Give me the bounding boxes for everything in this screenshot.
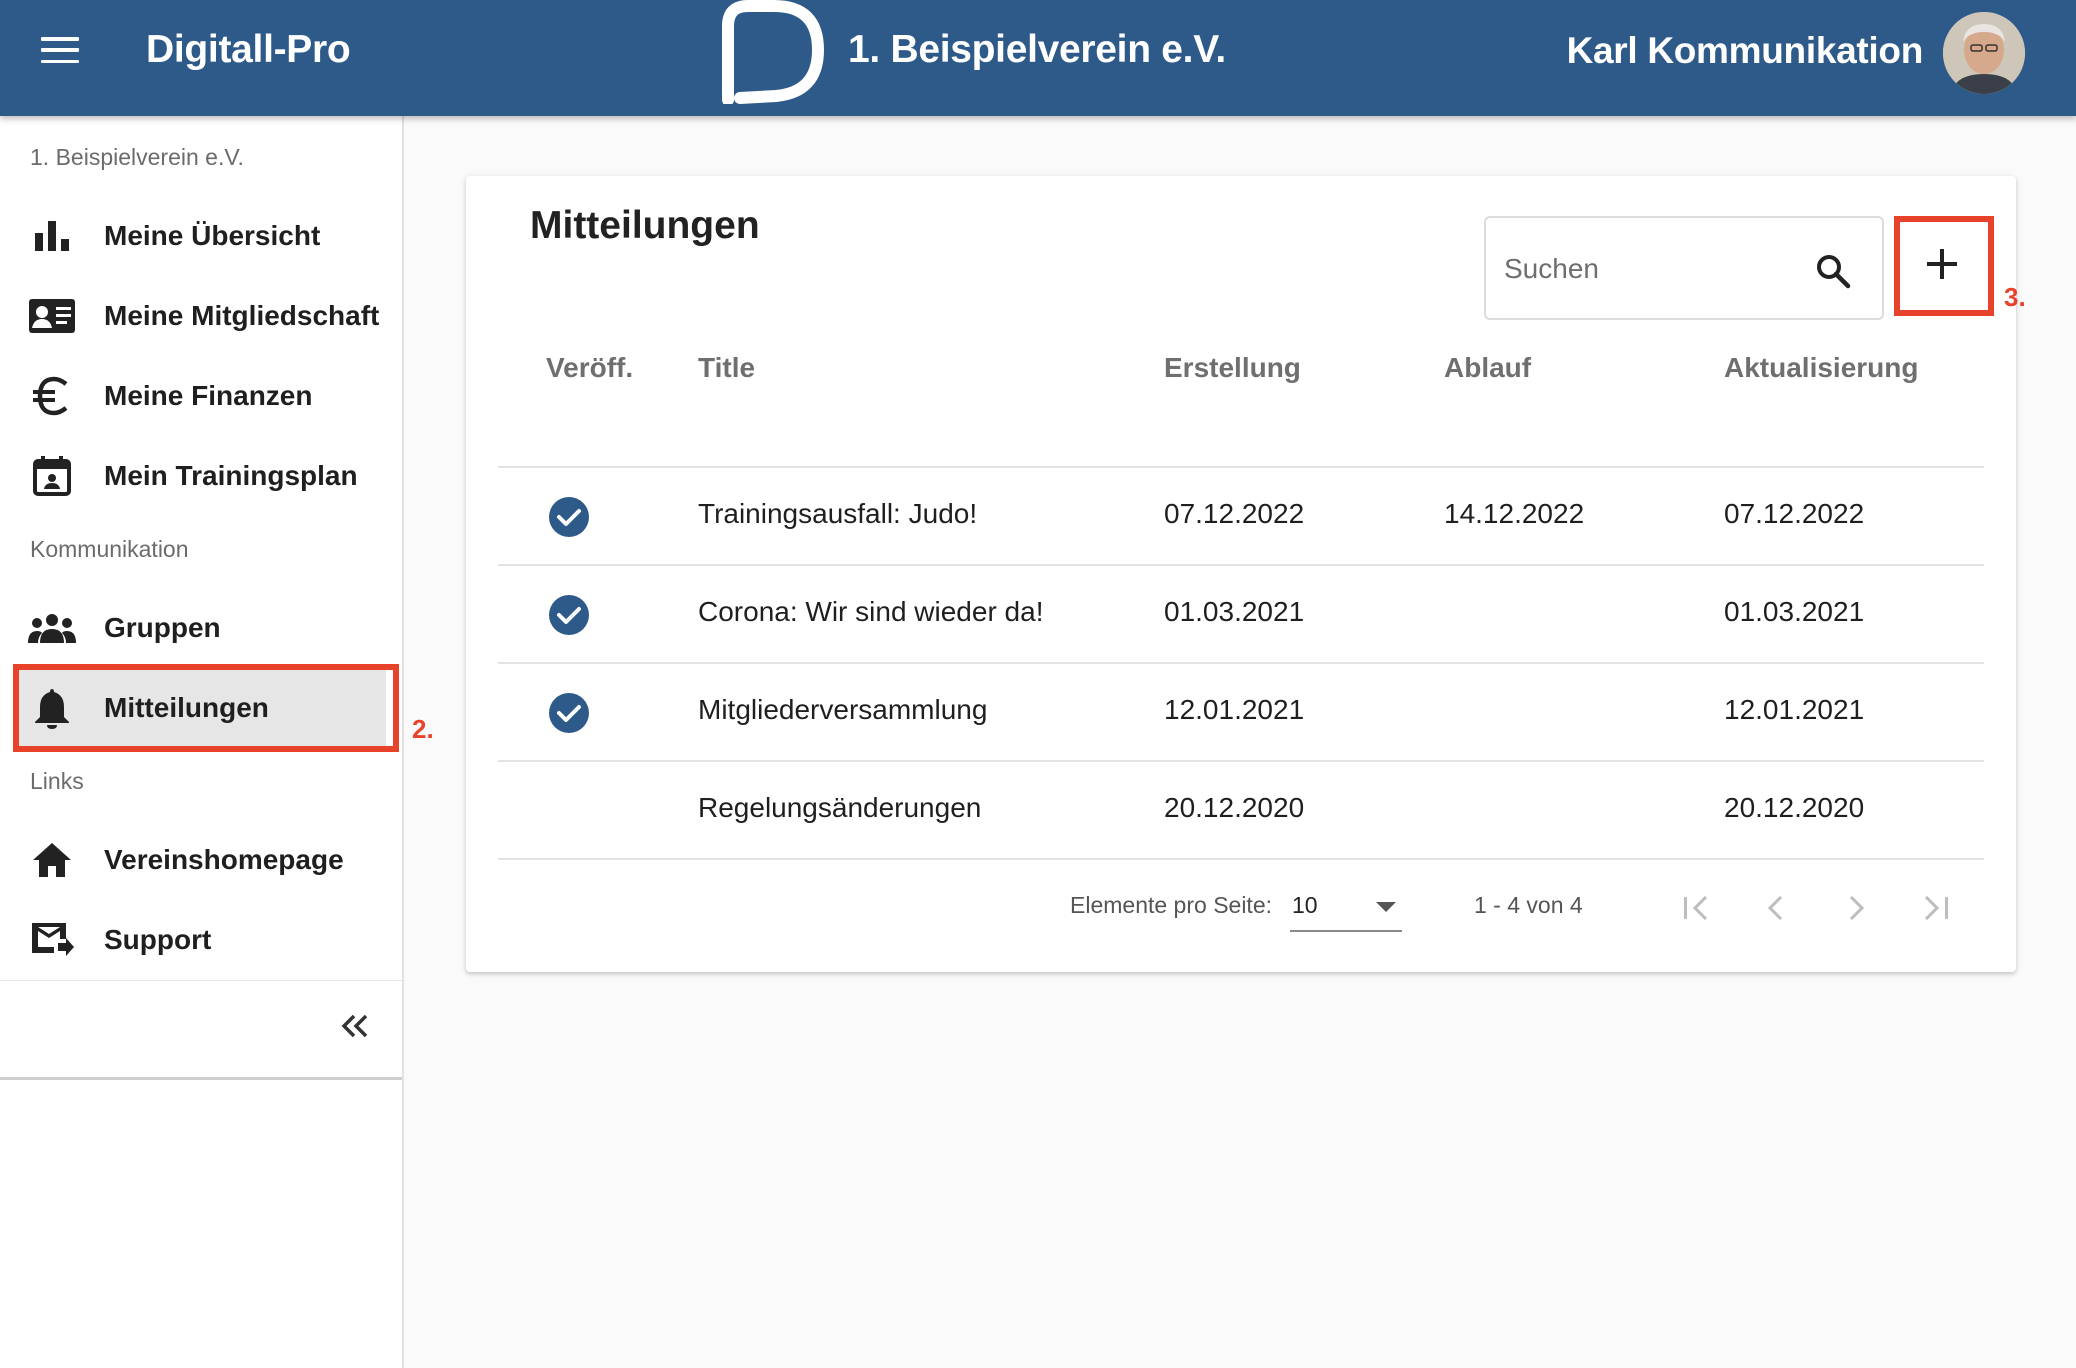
items-per-page-select[interactable]: 10 [1290,888,1402,932]
search-field [1484,216,1884,320]
sidebar-item-gruppen[interactable]: Gruppen [14,590,386,666]
avatar[interactable] [1943,12,2025,94]
search-input[interactable] [1504,246,1784,292]
sidebar-item-label: Mitteilungen [104,692,269,723]
sidebar-club-label: 1. Beispielverein e.V. [30,144,244,170]
annotation-label-2: 2. [412,714,434,744]
cell-updated: 12.01.2021 [1724,694,1865,725]
sidebar-item-label: Gruppen [104,612,221,643]
user-name[interactable]: Karl Kommunikation [1567,30,1924,72]
table-row[interactable]: Mitgliederversammlung 12.01.2021 12.01.2… [498,664,1984,762]
id-card-icon [26,290,78,342]
sidebar-item-label: Vereinshomepage [104,844,344,875]
page-range-label: 1 - 4 von 4 [1474,892,1583,918]
cell-updated: 01.03.2021 [1724,596,1865,627]
calendar-icon [26,450,78,502]
sidebar-item-trainingsplan[interactable]: Mein Trainingsplan [14,438,386,514]
last-page-icon[interactable] [1912,884,1960,932]
check-circle-icon [549,693,589,733]
paginator: Elemente pro Seite: 10 1 - 4 von 4 [466,892,2016,952]
sidebar-item-finances[interactable]: Meine Finanzen [14,358,386,434]
column-header-title[interactable]: Title [698,352,755,384]
collapse-sidebar-icon[interactable] [332,1005,376,1049]
sidebar-item-label: Meine Übersicht [104,220,321,251]
add-message-button[interactable] [1904,224,1980,304]
euro-icon [26,370,78,422]
cell-expires: 14.12.2022 [1444,498,1585,529]
sidebar-footer [0,980,402,1080]
cell-created: 01.03.2021 [1164,596,1305,627]
search-icon[interactable] [1814,252,1852,290]
sidebar: 1. Beispielverein e.V. Meine Übersicht M… [0,116,404,1368]
first-page-icon[interactable] [1672,884,1720,932]
sidebar-item-label: Support [104,924,212,955]
column-header-created[interactable]: Erstellung [1164,352,1301,384]
table-row[interactable]: Regelungsänderungen 20.12.2020 20.12.202… [498,762,1984,860]
app-title: Digitall-Pro [146,28,351,71]
top-app-bar: Digitall-Pro 1. Beispielverein e.V. Karl… [0,0,2076,116]
plus-icon [1927,249,1957,279]
bell-icon [26,682,78,734]
previous-page-icon[interactable] [1752,884,1800,932]
cell-title: Mitgliederversammlung [698,694,988,725]
items-per-page-label: Elemente pro Seite: [1070,892,1273,918]
club-title: 1. Beispielverein e.V. [848,28,1226,71]
table-row[interactable]: Corona: Wir sind wieder da! 01.03.2021 0… [498,566,1984,664]
sidebar-section-communication: Kommunikation [30,536,189,562]
messages-card: Mitteilungen Veröff. Title Erstellung Ab… [466,176,2016,972]
mail-forward-icon [26,914,78,966]
annotation-label-3: 3. [2004,282,2026,312]
table-row[interactable]: Trainingsausfall: Judo! 07.12.2022 14.12… [498,468,1984,566]
sidebar-item-support[interactable]: Support [14,902,386,978]
check-circle-icon [549,595,589,635]
sidebar-section-links: Links [30,768,84,794]
sidebar-item-mitteilungen[interactable]: Mitteilungen [14,670,386,746]
next-page-icon[interactable] [1832,884,1880,932]
dropdown-arrow-icon [1376,902,1396,912]
column-header-expires[interactable]: Ablauf [1444,352,1531,384]
items-per-page-value: 10 [1292,892,1318,918]
bar-chart-icon [26,210,78,262]
sidebar-item-membership[interactable]: Meine Mitgliedschaft [14,278,386,354]
cell-created: 20.12.2020 [1164,792,1305,823]
sidebar-item-label: Mein Trainingsplan [104,460,358,491]
menu-button[interactable] [28,22,92,78]
page-title: Mitteilungen [530,204,760,247]
check-circle-icon [549,497,589,537]
groups-icon [26,602,78,654]
hamburger-icon [41,37,79,63]
sidebar-item-vereinshomepage[interactable]: Vereinshomepage [14,822,386,898]
column-header-updated[interactable]: Aktualisierung [1724,352,1918,384]
sidebar-item-label: Meine Finanzen [104,380,313,411]
club-logo-icon [722,0,825,104]
cell-updated: 07.12.2022 [1724,498,1865,529]
sidebar-item-overview[interactable]: Meine Übersicht [14,198,386,274]
column-header-published[interactable]: Veröff. [546,352,633,384]
cell-title: Regelungsänderungen [698,792,982,823]
cell-created: 12.01.2021 [1164,694,1305,725]
home-icon [26,834,78,886]
cell-updated: 20.12.2020 [1724,792,1865,823]
cell-title: Trainingsausfall: Judo! [698,498,978,529]
divider [498,858,1984,860]
sidebar-item-label: Meine Mitgliedschaft [104,300,380,331]
cell-created: 07.12.2022 [1164,498,1305,529]
user-photo-icon [1943,12,2025,94]
cell-title: Corona: Wir sind wieder da! [698,596,1044,627]
